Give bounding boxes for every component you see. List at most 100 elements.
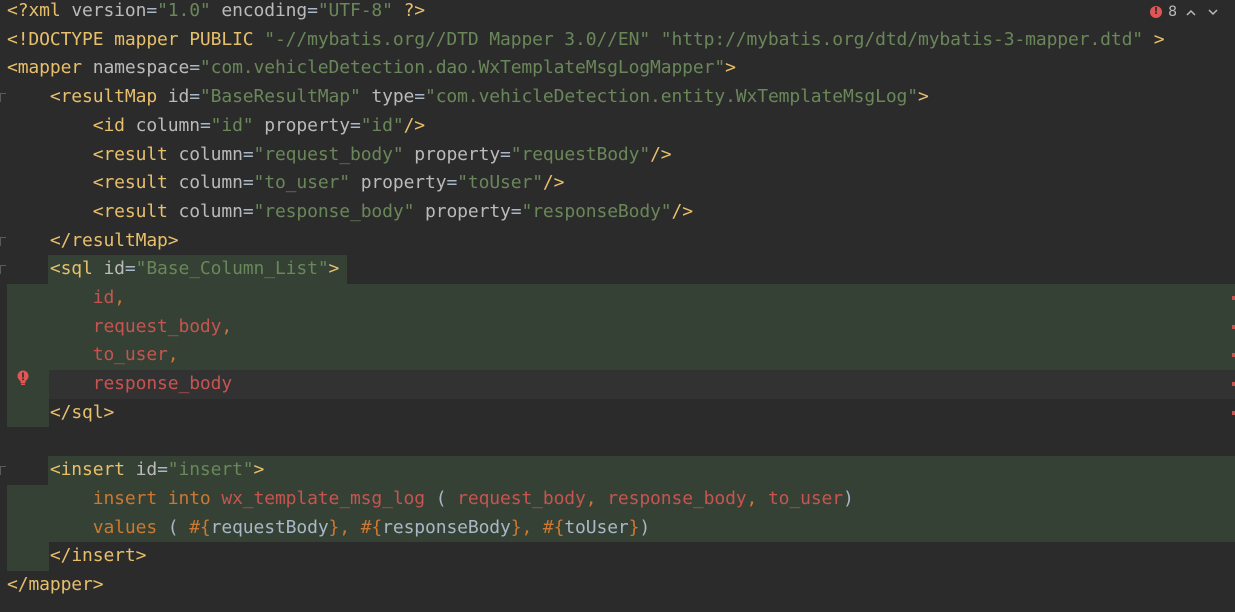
code-line[interactable]: </resultMap> xyxy=(0,227,1235,256)
code-token: < xyxy=(49,258,61,280)
code-line[interactable]: <mapper namespace="com.vehicleDetection.… xyxy=(0,54,1235,83)
code-token: toUser xyxy=(564,516,629,538)
code-line[interactable]: response_body xyxy=(0,370,1235,399)
line-highlight xyxy=(7,284,1235,313)
code-line[interactable]: values ( #{requestBody}, #{responseBody}… xyxy=(0,513,1235,543)
code-text: <result column="response_body" property=… xyxy=(7,198,693,227)
fold-marker-icon[interactable] xyxy=(0,236,6,246)
code-line[interactable]: <resultMap id="BaseResultMap" type="com.… xyxy=(0,83,1235,112)
code-text: insert into wx_template_msg_log ( reques… xyxy=(7,485,854,514)
code-token: mapper xyxy=(114,28,190,50)
code-line[interactable] xyxy=(0,428,1235,457)
code-token: ) xyxy=(842,487,854,509)
code-line[interactable]: </sql> xyxy=(0,398,1235,428)
code-line[interactable]: <!DOCTYPE mapper PUBLIC "-//mybatis.org/… xyxy=(0,26,1235,55)
code-token: "UTF-8" xyxy=(317,0,393,21)
code-token: = xyxy=(242,172,254,194)
code-line[interactable]: <sql id="Base_Column_List"> xyxy=(0,255,1235,284)
code-token: = xyxy=(189,57,200,79)
code-token: column xyxy=(178,143,243,165)
code-token: #{ xyxy=(360,516,383,538)
code-line[interactable]: <?xml version="1.0" encoding="UTF-8" ?> xyxy=(0,0,1235,26)
code-token: resultMap xyxy=(60,86,158,108)
code-token: < xyxy=(49,459,61,481)
code-line[interactable]: <result column="to_user" property="toUse… xyxy=(0,169,1235,198)
code-token: = xyxy=(242,200,254,222)
code-editor[interactable]: ! 8 <?xml version="1.0" encoding="UTF-8"… xyxy=(0,0,1235,612)
code-token: ) xyxy=(639,516,651,538)
code-line[interactable]: insert into wx_template_msg_log ( reques… xyxy=(0,484,1235,514)
code-text: <insert id="insert"> xyxy=(7,456,264,485)
code-text: request_body, xyxy=(7,313,232,342)
code-token: , xyxy=(339,516,361,538)
bulb-error-icon[interactable] xyxy=(16,370,30,386)
code-token: = xyxy=(500,143,511,165)
code-token: response_body xyxy=(92,373,233,395)
code-token: resultMap xyxy=(71,229,168,251)
code-line[interactable]: <id column="id" property="id"/> xyxy=(0,112,1235,141)
code-token: result xyxy=(103,172,168,194)
code-token: values xyxy=(92,516,168,538)
code-token: /> xyxy=(671,200,694,222)
code-token: column xyxy=(178,172,243,194)
code-token: "request_body" xyxy=(253,143,404,165)
code-token: version xyxy=(71,0,147,21)
code-token: insert xyxy=(60,459,125,481)
code-token: column xyxy=(135,114,200,136)
code-text: <resultMap id="BaseResultMap" type="com.… xyxy=(7,83,929,112)
code-token: type xyxy=(371,86,415,108)
code-token: property xyxy=(360,172,447,194)
fold-marker-icon[interactable] xyxy=(0,466,6,476)
code-token: "response_body" xyxy=(253,200,415,222)
code-token: = xyxy=(157,459,168,481)
code-line[interactable]: </insert> xyxy=(0,542,1235,571)
code-token: sql xyxy=(60,258,93,280)
fold-marker-icon[interactable] xyxy=(0,265,6,275)
code-token: < xyxy=(92,143,104,165)
code-token: requestBody xyxy=(210,516,329,538)
code-token: wx_template_msg_log xyxy=(221,487,425,509)
code-token: "to_user" xyxy=(253,172,351,194)
code-line[interactable]: request_body, xyxy=(0,312,1235,342)
code-token: "com.vehicleDetection.entity.WxTemplateM… xyxy=(425,86,918,108)
code-token: "id" xyxy=(210,114,254,136)
code-line[interactable]: <result column="response_body" property=… xyxy=(0,198,1235,227)
code-token: < xyxy=(49,86,61,108)
code-line[interactable]: </mapper> xyxy=(0,571,1235,600)
code-token: "requestBody" xyxy=(510,143,651,165)
code-text: </sql> xyxy=(7,399,114,428)
code-text: <?xml version="1.0" encoding="UTF-8" ?> xyxy=(7,0,425,26)
code-line[interactable]: <insert id="insert"> xyxy=(0,456,1235,485)
code-token: sql xyxy=(71,401,104,423)
code-text: <sql id="Base_Column_List"> xyxy=(7,255,339,284)
code-line[interactable]: id, xyxy=(0,284,1235,313)
code-token: > xyxy=(917,86,929,108)
code-token: response_body xyxy=(607,487,747,509)
code-token: > xyxy=(103,401,115,423)
code-token: "http://mybatis.org/dtd/mybatis-3-mapper… xyxy=(660,28,1144,50)
code-token: ( xyxy=(167,516,190,538)
code-token: > xyxy=(328,258,340,280)
code-token: namespace xyxy=(92,57,190,79)
code-token: > xyxy=(167,229,179,251)
code-token: > xyxy=(253,459,265,481)
fold-marker-icon[interactable] xyxy=(0,93,6,103)
code-token: "-//mybatis.org//DTD Mapper 3.0//EN" xyxy=(264,28,651,50)
code-line[interactable]: to_user, xyxy=(0,341,1235,371)
code-line[interactable]: <result column="request_body" property="… xyxy=(0,141,1235,170)
